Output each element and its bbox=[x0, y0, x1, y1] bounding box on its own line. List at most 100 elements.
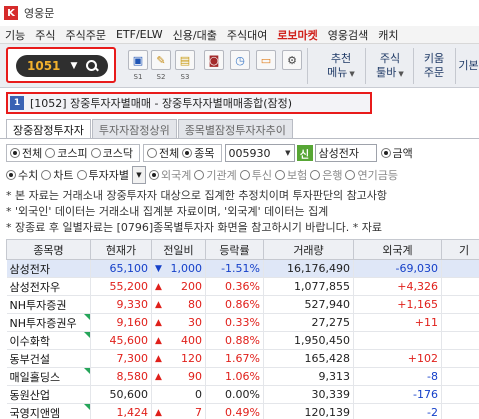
cell-volume: 1,950,450 bbox=[263, 331, 354, 350]
radio-unit-amount[interactable]: 금액 bbox=[380, 145, 413, 161]
market-radio-group: 전체 코스피 코스닥 bbox=[6, 144, 140, 162]
radio-investor-insurance[interactable]: 보험 bbox=[274, 167, 307, 183]
table-row[interactable]: 이수화학 45,600 ▲ 400 0.88% 1,950,450 bbox=[6, 331, 479, 350]
cell-rate: -1.51% bbox=[205, 259, 264, 278]
menu-stock-lending[interactable]: 주식대여 bbox=[222, 27, 272, 43]
menu-etf-elw[interactable]: ETF/ELW bbox=[111, 28, 168, 41]
cell-name[interactable]: 국영지앤엠 bbox=[6, 403, 91, 419]
stock-toolbar-button[interactable]: 주식 툴바 ▼ bbox=[368, 48, 412, 84]
table-row[interactable]: 동원산업 50,600 0 0.00% 30,339 -176 bbox=[6, 385, 479, 404]
gear-icon[interactable]: ⚙ bbox=[282, 50, 302, 70]
scope-radio-group: 전체 종목 bbox=[143, 144, 222, 162]
menu-hero-search[interactable]: 영웅검색 bbox=[323, 27, 373, 43]
cell-institution bbox=[441, 385, 479, 404]
menu-robo-market[interactable]: 로보마켓 bbox=[272, 27, 322, 43]
notice-line: * 본 자료는 거래소내 장중투자자 대상으로 집계한 추정치이며 투자판단의 … bbox=[6, 189, 388, 202]
arrow-up-icon: ▲ bbox=[155, 317, 162, 328]
cell-name[interactable]: 동원산업 bbox=[6, 385, 91, 404]
menu-function[interactable]: 기능 bbox=[0, 27, 30, 43]
table-row[interactable]: NH투자증권우 9,160 ▲ 30 0.33% 27,275 +11 bbox=[6, 313, 479, 332]
radio-market-all[interactable]: 전체 bbox=[10, 145, 42, 161]
toolbar-divider bbox=[307, 48, 308, 84]
screen-code-selector[interactable]: 1051 ▼ bbox=[16, 55, 108, 77]
save-icon[interactable]: ▣ bbox=[128, 50, 148, 70]
cell-name[interactable]: 매일홀딩스 bbox=[6, 367, 91, 386]
cell-institution bbox=[441, 367, 479, 386]
cell-change: 0 bbox=[151, 385, 206, 404]
table-row[interactable]: 동부건설 7,300 ▲ 120 1.67% 165,428 +102 bbox=[6, 349, 479, 368]
radio-market-kosdaq[interactable]: 코스닥 bbox=[90, 145, 133, 161]
cell-price: 45,600 bbox=[90, 331, 152, 350]
table-header: 종목명 현재가 전일비 등락률 거래량 외국계 기 bbox=[6, 239, 479, 260]
radio-market-kospi[interactable]: 코스피 bbox=[45, 145, 88, 161]
menu-catch[interactable]: 캐치 bbox=[373, 27, 403, 43]
cell-change-value: 7 bbox=[195, 406, 202, 419]
credit-badge[interactable]: 신 bbox=[296, 145, 313, 161]
brush-icon[interactable]: ✎ bbox=[151, 50, 171, 70]
tab-stock-investor-trend[interactable]: 종목별잠정투자자추이 bbox=[177, 119, 293, 139]
table-row[interactable]: 매일홀딩스 8,580 ▲ 90 1.06% 9,313 -8 bbox=[6, 367, 479, 386]
menu-stock-order[interactable]: 주식주문 bbox=[61, 27, 111, 43]
chevron-down-icon[interactable]: ▼ bbox=[67, 61, 81, 71]
cell-name[interactable]: NH투자증권 bbox=[6, 295, 91, 314]
tab-strip: 장중잠정투자자 투자자잠정상위 종목별잠정투자자추이 bbox=[6, 119, 294, 139]
col-header-volume[interactable]: 거래량 bbox=[263, 239, 354, 260]
cell-change: ▲ 30 bbox=[151, 313, 206, 332]
recommended-menu-button[interactable]: 추천 메뉴 ▼ bbox=[318, 48, 364, 84]
radio-investor-institution[interactable]: 기관계 bbox=[194, 167, 237, 183]
cell-rate: 0.36% bbox=[205, 277, 264, 296]
cell-name[interactable]: 삼성전자 bbox=[6, 259, 91, 278]
lock-icon[interactable]: ▤ bbox=[175, 50, 195, 70]
tab-intraday-investor[interactable]: 장중잠정투자자 bbox=[6, 119, 91, 139]
cell-name[interactable]: 삼성전자우 bbox=[6, 277, 91, 296]
cell-price: 9,160 bbox=[90, 313, 152, 332]
table-row[interactable]: 국영지앤엠 1,424 ▲ 7 0.49% 120,139 -2 bbox=[6, 403, 479, 419]
kiwoom-order-label-2: 주문 bbox=[423, 66, 445, 79]
table-row[interactable]: NH투자증권 9,330 ▲ 80 0.86% 527,940 +1,165 bbox=[6, 295, 479, 314]
col-header-name[interactable]: 종목명 bbox=[6, 239, 91, 260]
stock-code-input[interactable]: 005930 ▼ bbox=[224, 144, 295, 162]
radio-mode-chart[interactable]: 차트 bbox=[41, 167, 74, 183]
camera-icon[interactable]: ◙ bbox=[204, 50, 224, 70]
clock-icon[interactable]: ◷ bbox=[230, 50, 250, 70]
search-icon[interactable] bbox=[85, 59, 99, 73]
monitor-icon[interactable]: ▭ bbox=[256, 50, 276, 70]
cell-institution bbox=[441, 403, 479, 419]
kiwoom-order-button[interactable]: 키움 주문 bbox=[414, 48, 454, 84]
radio-scope-all[interactable]: 전체 bbox=[147, 145, 179, 161]
tab-investor-top[interactable]: 투자자잠정상위 bbox=[91, 119, 177, 139]
col-header-change[interactable]: 전일비 bbox=[151, 239, 206, 260]
cell-volume: 527,940 bbox=[263, 295, 354, 314]
radio-mode-value[interactable]: 수치 bbox=[6, 167, 38, 183]
radio-investor-foreign[interactable]: 외국계 bbox=[148, 167, 191, 183]
table-row[interactable]: 삼성전자우 55,200 ▲ 200 0.36% 1,077,855 +4,326 bbox=[6, 277, 479, 296]
radio-investor-trust[interactable]: 투신 bbox=[239, 167, 272, 183]
cell-name[interactable]: NH투자증권우 bbox=[6, 313, 91, 332]
cell-change-value: 200 bbox=[181, 280, 202, 293]
chevron-down-icon[interactable]: ▼ bbox=[131, 166, 146, 184]
arrow-up-icon: ▲ bbox=[155, 353, 162, 364]
menu-credit-loan[interactable]: 신용/대출 bbox=[168, 27, 222, 43]
col-header-foreign[interactable]: 외국계 bbox=[353, 239, 442, 260]
radio-investor-pension[interactable]: 연기금등 bbox=[345, 167, 398, 183]
cell-change-value: 120 bbox=[181, 352, 202, 365]
menu-stock[interactable]: 주식 bbox=[30, 27, 60, 43]
basic-menu-button[interactable]: 기본 bbox=[458, 48, 479, 84]
col-header-rate[interactable]: 등락률 bbox=[205, 239, 264, 260]
cell-change-value: 400 bbox=[181, 334, 202, 347]
cell-name[interactable]: 이수화학 bbox=[6, 331, 91, 350]
radio-scope-stock[interactable]: 종목 bbox=[182, 145, 215, 161]
col-header-institution[interactable]: 기 bbox=[441, 239, 479, 260]
cell-name[interactable]: 동부건설 bbox=[6, 349, 91, 368]
radio-mode-investor[interactable]: 투자자별 bbox=[76, 167, 129, 183]
table-row[interactable]: 삼성전자 65,100 ▼ 1,000 -1.51% 16,176,490 -69,030 bbox=[6, 259, 479, 278]
screen-code-value[interactable]: 1051 bbox=[27, 59, 67, 73]
radio-investor-bank[interactable]: 은행 bbox=[310, 167, 342, 183]
col-header-price[interactable]: 현재가 bbox=[90, 239, 152, 260]
cell-institution bbox=[441, 259, 479, 278]
cell-volume: 27,275 bbox=[263, 313, 354, 332]
cell-institution bbox=[441, 331, 479, 350]
kiwoom-order-label-1: 키움 bbox=[423, 52, 445, 65]
chevron-down-icon[interactable]: ▼ bbox=[285, 149, 293, 157]
toolbar-divider bbox=[365, 48, 366, 84]
